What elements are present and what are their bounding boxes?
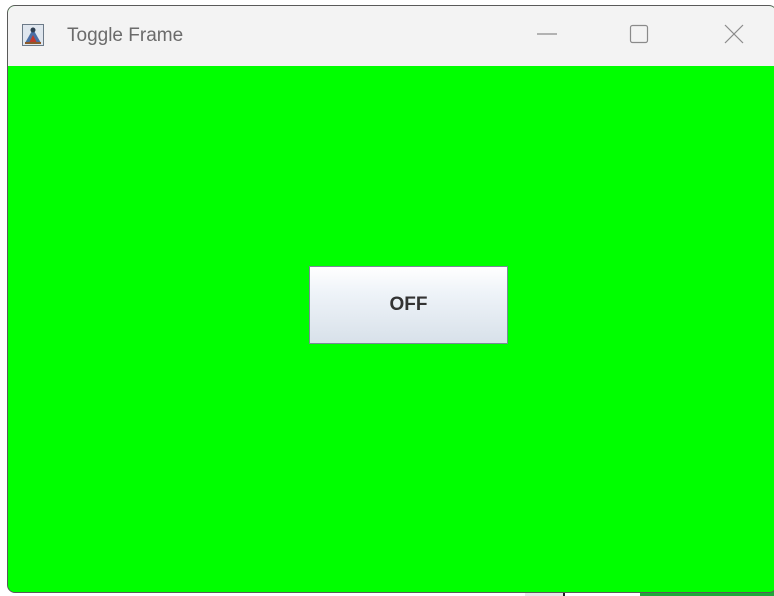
java-app-icon xyxy=(22,24,44,46)
toggle-frame-window: Toggle Frame OFF xyxy=(7,5,774,593)
minimize-icon xyxy=(536,23,558,50)
toggle-button[interactable]: OFF xyxy=(309,266,508,344)
close-button[interactable] xyxy=(711,18,757,54)
title-bar[interactable]: Toggle Frame xyxy=(8,6,774,66)
maximize-button[interactable] xyxy=(616,18,662,54)
minimize-button[interactable] xyxy=(524,18,570,54)
content-pane: OFF xyxy=(8,66,774,592)
window-title: Toggle Frame xyxy=(67,25,184,46)
close-icon xyxy=(723,23,745,50)
maximize-icon xyxy=(628,23,650,50)
